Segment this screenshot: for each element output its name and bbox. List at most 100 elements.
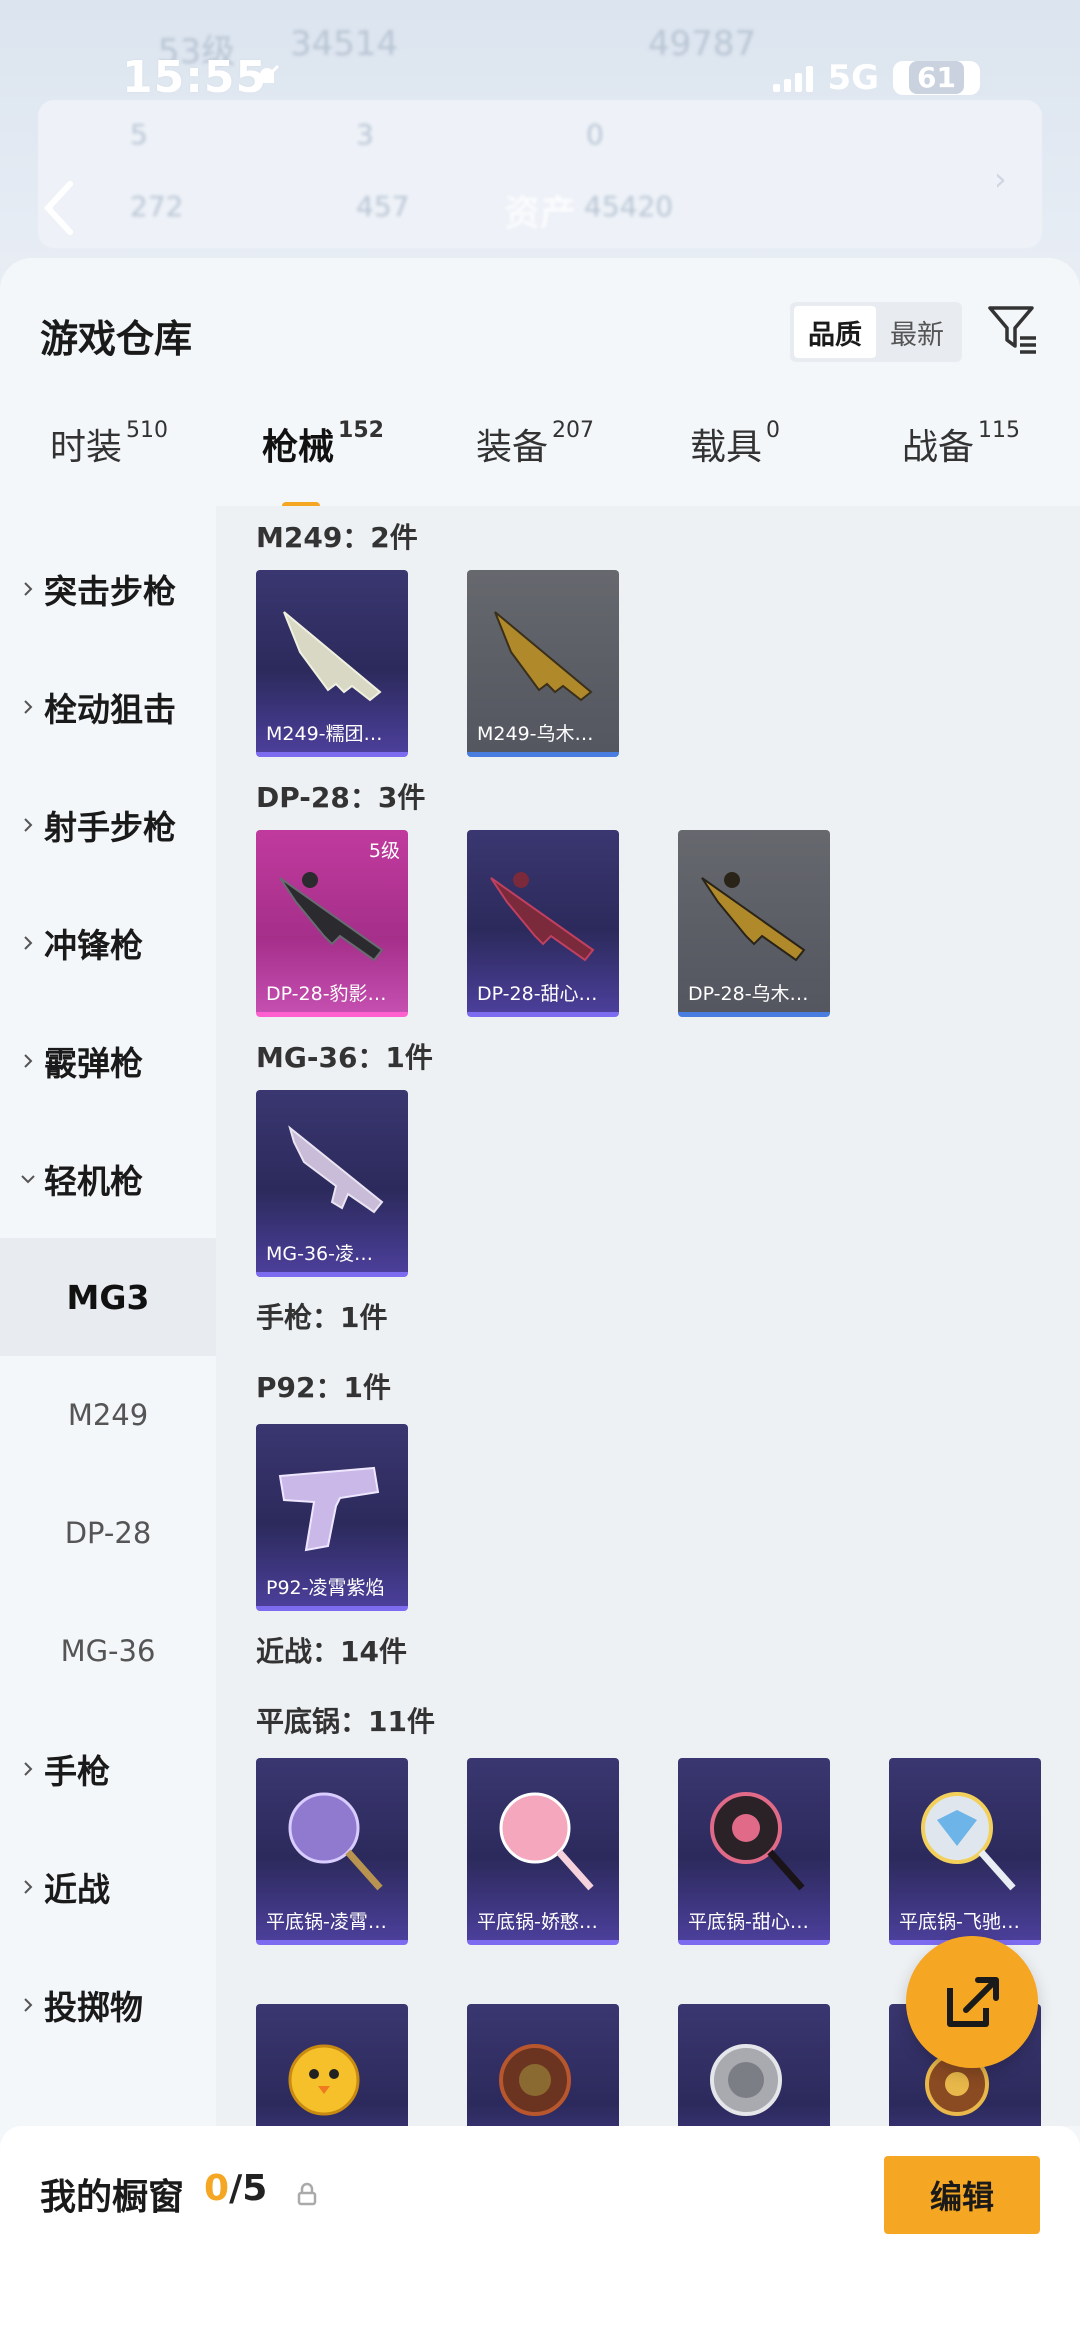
lmg-skin-icon	[283, 611, 382, 702]
item-name: DP-28-甜心…	[477, 983, 598, 1005]
section-title-pistol: 手枪：1件	[256, 1301, 388, 1334]
showcase-count: 0/5	[204, 2168, 267, 2209]
share-button[interactable]	[906, 1936, 1038, 2068]
pan-skin-icon	[288, 1792, 383, 1891]
section-title-pan: 平底锅：11件	[256, 1705, 435, 1738]
showcase-title: 我的橱窗	[40, 2177, 185, 2218]
filter-icon[interactable]	[986, 302, 1040, 358]
item-card[interactable]	[678, 2004, 830, 2126]
sidebar-item-shotgun[interactable]: 霰弹枪	[0, 1002, 216, 1120]
sidebar-item-label: 近战	[44, 1870, 110, 1909]
sidebar-item-throwable[interactable]: 投掷物	[0, 1946, 216, 2064]
sidebar-item-dmr[interactable]: 射手步枪	[0, 766, 216, 884]
sidebar-item-label: 霰弹枪	[44, 1044, 143, 1083]
item-card[interactable]: MG-36-凌…	[256, 1090, 408, 1277]
item-name: 平底锅-飞驰…	[899, 1911, 1020, 1933]
items-grid: M249：2件 M249-糯团… M249-乌木… DP-28：3件 5级 DP…	[216, 506, 1080, 2126]
item-card[interactable]	[256, 2004, 408, 2126]
item-card[interactable]	[467, 2004, 619, 2126]
sidebar-subitem-mg36[interactable]: MG-36	[0, 1592, 216, 1710]
status-right: 5G 61	[773, 58, 980, 98]
sort-newest-button[interactable]: 最新	[876, 306, 958, 358]
pan-skin-icon	[499, 1792, 594, 1891]
item-card[interactable]: 平底锅-凌霄…	[256, 1758, 408, 1945]
bg-stat: 3	[356, 118, 374, 151]
sidebar-item-label: 射手步枪	[44, 808, 176, 847]
sidebar-item-melee[interactable]: 近战	[0, 1828, 216, 1946]
sheet-title: 游戏仓库	[40, 317, 193, 361]
tab-fashion[interactable]: 时装 510	[50, 418, 168, 470]
sidebar-item-lmg[interactable]: 轻机枪	[0, 1120, 216, 1238]
tab-guns[interactable]: 枪械 152	[262, 418, 384, 470]
lmg-skin-icon	[494, 611, 593, 702]
bg-points: 34514	[290, 24, 399, 64]
sidebar-item-smg[interactable]: 冲锋枪	[0, 884, 216, 1002]
bg-score: 49787	[648, 24, 757, 64]
bg-stat: 457	[356, 190, 410, 223]
category-tabs: 时装 510 枪械 152 装备 207 载具 0 战备 115	[0, 418, 1080, 510]
tab-equipment[interactable]: 装备 207	[476, 418, 594, 470]
item-card[interactable]: M249-糯团…	[256, 570, 408, 757]
category-sidebar: 突击步枪 栓动狙击 射手步枪 冲锋枪 霰弹枪 轻机枪 MG3 M249 DP-2…	[0, 506, 216, 2347]
lock-icon	[297, 2182, 317, 2206]
lmg-skin-icon	[288, 1125, 384, 1214]
status-time: 15:55	[122, 52, 268, 103]
tab-vehicles[interactable]: 载具 0	[690, 418, 780, 470]
item-card[interactable]: 5级 DP-28-豹影…	[256, 830, 408, 1017]
item-name: 平底锅-娇憨…	[477, 1911, 598, 1933]
back-arrow-icon[interactable]	[40, 180, 76, 236]
mute-bell-icon	[254, 64, 280, 90]
section-title-m249: M249：2件	[256, 521, 418, 554]
item-card[interactable]: 平底锅-娇憨…	[467, 1758, 619, 1945]
lmg-skin-icon	[490, 872, 595, 962]
item-card[interactable]: 平底锅-甜心…	[678, 1758, 830, 1945]
sort-quality-button[interactable]: 品质	[794, 306, 876, 358]
bg-stats-card: 5 3 0 272 457 资产 45420	[38, 100, 1042, 248]
item-name: P92-凌霄紫焰	[266, 1577, 385, 1599]
item-card[interactable]: DP-28-乌木…	[678, 830, 830, 1017]
item-name: MG-36-凌…	[266, 1243, 374, 1265]
pan-skin-icon	[710, 1792, 805, 1891]
network-label: 5G	[827, 58, 880, 98]
edit-button[interactable]: 编辑	[884, 2156, 1040, 2234]
item-name: M249-乌木…	[477, 723, 594, 745]
sidebar-subitem-mg3[interactable]: MG3	[0, 1238, 216, 1356]
chevron-right-icon	[24, 700, 33, 714]
chevron-right-icon: ›	[994, 160, 1007, 198]
sidebar-item-pistol[interactable]: 手枪	[0, 1710, 216, 1828]
signal-icon	[773, 64, 814, 92]
item-name: 平底锅-甜心…	[688, 1911, 809, 1933]
item-card[interactable]: DP-28-甜心…	[467, 830, 619, 1017]
showcase-current: 0	[204, 2168, 230, 2209]
bg-stat: 0	[586, 118, 604, 151]
item-card[interactable]: 平底锅-飞驰…	[889, 1758, 1041, 1945]
bg-stat: 272	[130, 190, 184, 223]
battery-indicator: 61	[893, 61, 980, 95]
item-level-badge: 5级	[368, 840, 400, 862]
background-header: 53级 34514 49787 5 3 0 272 457 资产 45420 1…	[0, 0, 1080, 290]
item-name: 平底锅-凌霄…	[266, 1911, 387, 1933]
bg-stat: 5	[130, 118, 148, 151]
section-title-melee: 近战：14件	[256, 1635, 407, 1668]
sidebar-subitem-m249[interactable]: M249	[0, 1356, 216, 1474]
pistol-skin-icon	[278, 1466, 380, 1552]
sidebar-item-assault-rifle[interactable]: 突击步枪	[0, 530, 216, 648]
sidebar-item-label: 投掷物	[44, 1988, 143, 2027]
item-card[interactable]: M249-乌木…	[467, 570, 619, 757]
section-title-p92: P92：1件	[256, 1371, 391, 1404]
showcase-bar: 我的橱窗 0/5 编辑	[0, 2126, 1080, 2347]
sidebar-item-label: 突击步枪	[44, 572, 176, 611]
item-name: DP-28-豹影…	[266, 983, 387, 1005]
section-title-mg36: MG-36：1件	[256, 1041, 433, 1074]
pan-skin-icon	[710, 2044, 782, 2116]
bg-asset-value: 45420	[584, 190, 674, 223]
bg-asset-label: 资产	[504, 193, 577, 234]
chevron-right-icon	[24, 1880, 33, 1894]
lmg-skin-icon	[701, 872, 806, 962]
sidebar-item-bolt-sniper[interactable]: 栓动狙击	[0, 648, 216, 766]
sidebar-item-label: 手枪	[44, 1752, 110, 1791]
tab-supplies[interactable]: 战备 115	[902, 418, 1020, 470]
sidebar-subitem-dp28[interactable]: DP-28	[0, 1474, 216, 1592]
chevron-right-icon	[24, 582, 33, 596]
item-card[interactable]: P92-凌霄紫焰	[256, 1424, 408, 1611]
